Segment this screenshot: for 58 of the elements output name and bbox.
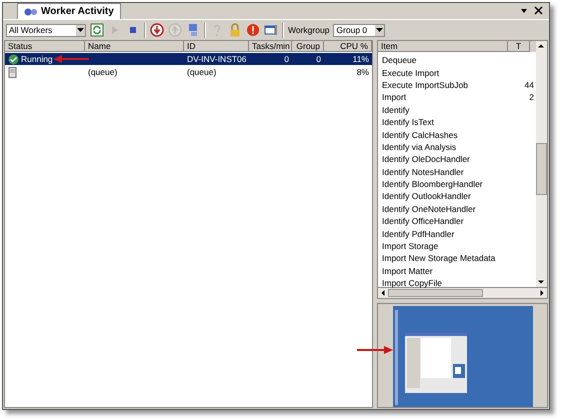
item-cell: Identify via Analysis	[382, 142, 456, 152]
close-icon[interactable]	[534, 6, 543, 15]
exclamation-icon[interactable]	[246, 23, 260, 37]
item-cell: Import New Storage Metadata	[382, 253, 496, 264]
table-cell: 8%	[356, 67, 369, 77]
window-icon[interactable]	[264, 23, 278, 37]
column-header[interactable]: Tasks/min	[249, 41, 292, 52]
item-cell: Execute ImportSubJob	[382, 80, 468, 90]
item-cell: Import Storage	[382, 241, 438, 252]
column-header[interactable]: CPU %	[324, 41, 372, 52]
item-cell: Identify	[382, 104, 410, 115]
table-cell: 0	[316, 54, 321, 64]
worker-row[interactable]: Running DV-INV-INST06 0 0 11%	[5, 53, 372, 65]
item-cell: Identify NotesHandler	[382, 166, 464, 177]
worker-row[interactable]: (queue) (queue) 8%	[5, 66, 372, 78]
table-cell: 11%	[352, 54, 369, 64]
table-cell: 44	[524, 80, 534, 90]
worker-filter-dropdown[interactable]: All Workers	[6, 24, 86, 36]
vertical-scrollbar[interactable]	[536, 41, 547, 287]
item-cell: Identify OneNoteHandler	[382, 204, 476, 214]
column-header[interactable]: Group	[292, 41, 324, 52]
item-cell: Identify CalcHashes	[382, 130, 458, 140]
item-cell: Identify IsText	[382, 117, 434, 128]
server-icon	[8, 66, 17, 78]
scrollbar-thumb[interactable]	[388, 289, 483, 297]
item-cell: Import	[382, 92, 406, 102]
refresh-icon[interactable]	[90, 23, 104, 37]
workgroup-label: Workgroup	[288, 25, 330, 35]
caret-icon	[77, 28, 84, 32]
table-cell: 2	[529, 92, 534, 102]
table-cell: (queue)	[88, 67, 118, 77]
item-cell: Identify OutlookHandler	[382, 191, 471, 202]
horizontal-scrollbar[interactable]	[377, 288, 548, 299]
column-header[interactable]: Item	[378, 41, 508, 52]
item-cell: Dequeue	[382, 55, 417, 66]
table-cell: Running	[21, 54, 53, 64]
workgroup-dropdown[interactable]: Group 0	[333, 24, 386, 36]
item-cell: Execute Import	[382, 68, 440, 78]
item-cell: Import Matter	[382, 266, 433, 276]
worker-activity-tab[interactable]: Worker Activity	[17, 3, 121, 19]
item-cell: Identify BloombergHandler	[382, 179, 483, 190]
arrow-annotation-icon	[357, 346, 393, 354]
column-header[interactable]: T	[508, 41, 530, 52]
item-cell: Identify PdfHandler	[382, 228, 454, 239]
arrow-annotation-icon	[53, 55, 89, 63]
item-cell: Import CopyFile	[382, 278, 442, 288]
item-cell: Identify OfficeHandler	[382, 216, 464, 226]
check-circle-icon	[8, 54, 19, 64]
column-header[interactable]: Name	[85, 41, 184, 52]
dropdown-icon[interactable]	[520, 8, 528, 14]
caret-icon	[376, 28, 384, 32]
table-cell: (queue)	[187, 67, 216, 77]
table-cell: DV-INV-INST06	[187, 54, 247, 64]
scrollbar-thumb[interactable]	[536, 143, 547, 195]
column-header[interactable]: Status	[5, 41, 85, 52]
table-cell: 0	[284, 54, 289, 64]
column-header[interactable]: ID	[184, 41, 249, 52]
item-cell: Identify OleDocHandler	[382, 154, 470, 164]
